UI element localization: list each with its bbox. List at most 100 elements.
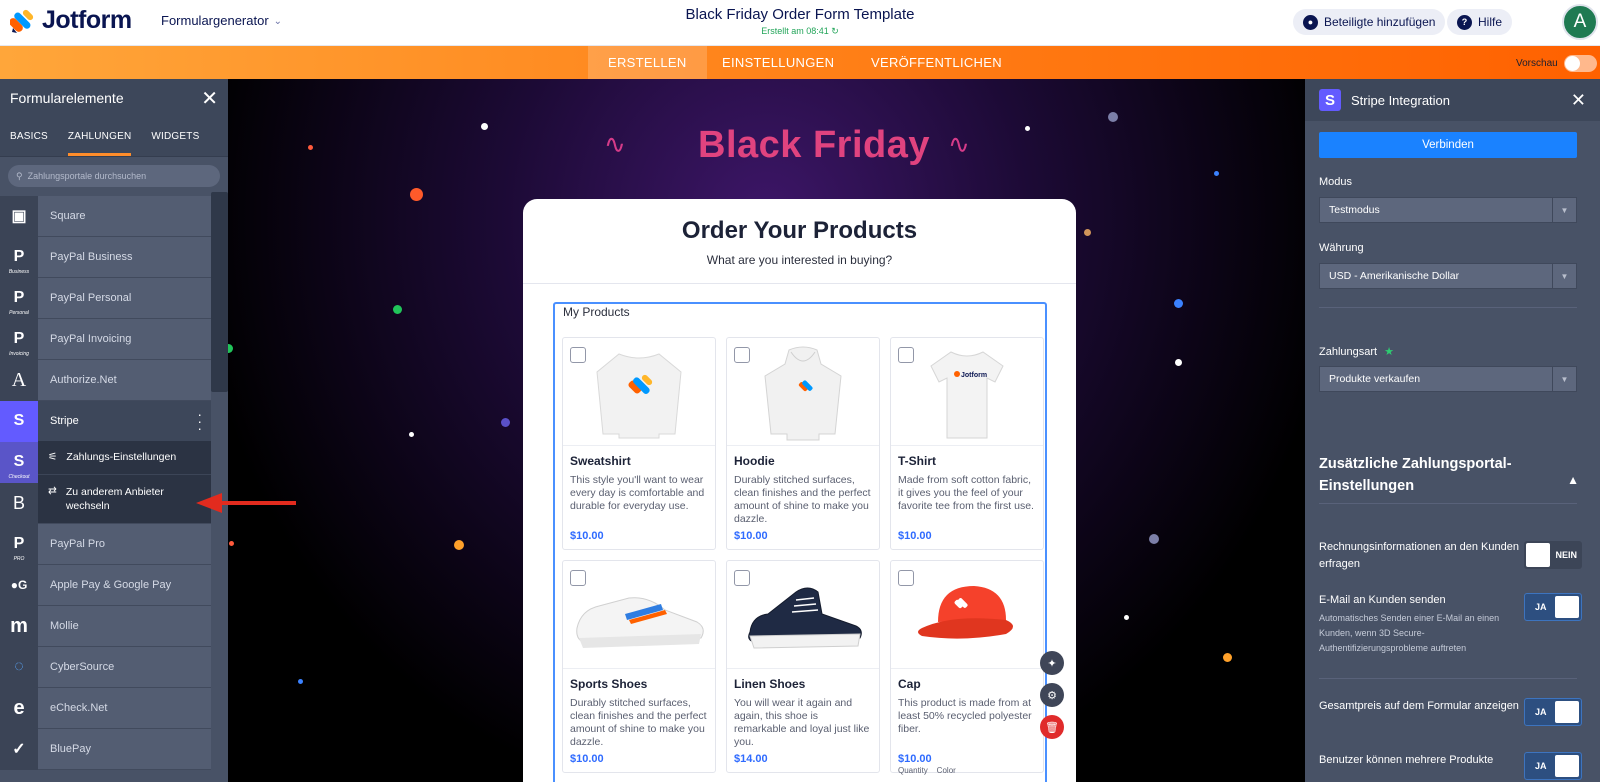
billing-info-toggle[interactable]: NEIN [1524, 541, 1582, 569]
products-label: My Products [563, 305, 630, 319]
payment-type-select[interactable]: Produkte verkaufen ▼ [1319, 366, 1577, 392]
mode-select[interactable]: Testmodus ▼ [1319, 197, 1577, 223]
option-label: Rechnungsinformationen an den Kunden erf… [1319, 541, 1519, 570]
square-icon: ▣ [0, 195, 38, 237]
currency-select[interactable]: USD - Amerikanische Dollar ▼ [1319, 263, 1577, 289]
list-item-authorize-net[interactable]: A Authorize.Net [0, 359, 211, 401]
hero-title[interactable]: Black Friday [698, 124, 930, 167]
form-title[interactable]: Black Friday Order Form Template [560, 6, 1040, 23]
confetti-dot [1175, 359, 1182, 366]
product-checkbox[interactable] [898, 347, 914, 363]
list-item-label: PayPal Personal [50, 292, 132, 304]
list-item-paypal-business[interactable]: P Business PayPal Business [0, 236, 211, 278]
additional-settings-section[interactable]: Zusätzliche Zahlungsportal-Einstellungen… [1319, 453, 1579, 497]
product-card[interactable]: Sweatshirt This style you'll want to wea… [562, 337, 716, 550]
add-participants-button[interactable]: ● Beteiligte hinzufügen [1293, 9, 1446, 35]
list-item-bluepay[interactable]: ✓ BluePay [0, 728, 211, 770]
product-price: $10.00 [898, 530, 932, 542]
swap-icon: ⇄ [48, 485, 57, 497]
list-item-cybersource[interactable]: ◌ CyberSource [0, 646, 211, 688]
list-item-paypal-pro[interactable]: P PRO PayPal Pro [0, 523, 211, 565]
email-customer-toggle[interactable]: JA [1524, 593, 1582, 621]
list-item-mollie[interactable]: m Mollie [0, 605, 211, 647]
option-label: Gesamtpreis auf dem Formular anzeigen [1319, 700, 1519, 712]
switch-provider-menu-item[interactable]: ⇄ Zu anderem Anbieter wechseln [38, 475, 211, 523]
product-list-field[interactable]: My Products Sweatshirt This style you'll… [553, 302, 1047, 782]
list-item-paypal-personal[interactable]: P Personal PayPal Personal [0, 277, 211, 319]
scrollbar[interactable] [211, 192, 228, 392]
help-button[interactable]: ? Hilfe [1447, 9, 1513, 35]
trash-icon[interactable]: 🗑 [1040, 715, 1064, 739]
stripe-icon: S [0, 400, 38, 442]
mode-label: Modus [1319, 176, 1353, 188]
list-item-label: Square [50, 210, 86, 222]
total-price-toggle[interactable]: JA [1524, 698, 1582, 726]
list-item-label: Mollie [50, 620, 79, 632]
list-item-apple-google-pay[interactable]: ●G Apple Pay & Google Pay [0, 564, 211, 606]
option-email-customer: E-Mail an Kunden senden Automatisches Se… [1319, 592, 1519, 656]
list-item-stripe[interactable]: S Stripe · · · [0, 400, 211, 442]
list-item-paypal-invoicing[interactable]: P Invoicing PayPal Invoicing [0, 318, 211, 360]
product-description: This product is made from at least 50% r… [898, 697, 1032, 735]
more-options-icon[interactable]: · · · [197, 407, 202, 435]
option-total-price: Gesamtpreis auf dem Formular anzeigen [1319, 698, 1519, 715]
product-price: $14.00 [734, 753, 768, 765]
divider [523, 283, 1076, 284]
list-item-square[interactable]: ▣ Square [0, 195, 211, 237]
chevron-up-icon[interactable]: ▲ [1567, 469, 1579, 491]
product-card[interactable]: Hoodie Durably stitched surfaces, clean … [726, 337, 880, 550]
tab-settings[interactable]: EINSTELLUNGEN [702, 46, 854, 79]
form-title-area: Black Friday Order Form Template Erstell… [560, 6, 1040, 37]
tab-basics[interactable]: BASICS [0, 117, 58, 156]
product-card[interactable]: Sports Shoes Durably stitched surfaces, … [562, 560, 716, 773]
product-card[interactable]: Linen Shoes You will wear it again and a… [726, 560, 880, 773]
product-card[interactable]: Jotform T-Shirt Made from soft cotton fa… [890, 337, 1044, 550]
payment-settings-menu-item[interactable]: ⚟ Zahlungs-Einstellungen [38, 441, 211, 475]
tab-widgets[interactable]: WIDGETS [141, 117, 209, 156]
user-icon: ● [1303, 14, 1318, 30]
form-elements-panel: Formularelemente ✕ BASICS ZAHLUNGEN WIDG… [0, 79, 228, 782]
jotform-logo[interactable]: Jotform [10, 6, 132, 35]
product-checkbox[interactable] [734, 347, 750, 363]
multiple-products-toggle[interactable]: JA [1524, 752, 1582, 780]
product-checkbox[interactable] [570, 570, 586, 586]
list-item-echeck[interactable]: e eCheck.Net [0, 687, 211, 729]
confetti-dot [1214, 171, 1219, 176]
preview-switch[interactable] [1563, 55, 1597, 72]
product-checkbox[interactable] [570, 347, 586, 363]
close-icon[interactable]: ✕ [1571, 90, 1586, 111]
payment-search-input[interactable]: ⚲ Zahlungsportale durchsuchen [8, 165, 220, 187]
form-subheading[interactable]: What are you interested in buying? [523, 253, 1076, 267]
form-generator-dropdown[interactable]: Formulargenerator ⌄ [161, 13, 282, 28]
product-card[interactable]: Cap This product is made from at least 5… [890, 560, 1044, 775]
avatar[interactable]: A [1562, 4, 1598, 40]
form-heading[interactable]: Order Your Products [523, 217, 1076, 245]
preview-toggle[interactable]: Vorschau [1516, 55, 1597, 72]
tab-publish[interactable]: VERÖFFENTLICHEN [851, 46, 1022, 79]
gear-icon[interactable]: ⚙ [1040, 683, 1064, 707]
connect-button[interactable]: Verbinden [1319, 132, 1577, 158]
wand-icon[interactable]: ✦ [1040, 651, 1064, 675]
list-item-label: PayPal Invoicing [50, 333, 132, 345]
product-checkbox[interactable] [734, 570, 750, 586]
preview-label: Vorschau [1516, 58, 1558, 69]
confetti-dot [298, 679, 303, 684]
product-options-labels: Quantity Color [898, 766, 956, 775]
currency-label: Währung [1319, 242, 1364, 254]
created-timestamp: Erstellt am 08:41 ↻ [560, 26, 1040, 37]
divider [1319, 678, 1577, 679]
product-description: Durably stitched surfaces, clean finishe… [570, 697, 707, 748]
paypal-personal-icon: P Personal [0, 277, 38, 319]
icon-sub-label: Invoicing [9, 350, 29, 357]
close-icon[interactable]: ✕ [201, 86, 218, 111]
help-label: Hilfe [1478, 15, 1503, 29]
product-name: Hoodie [734, 454, 775, 468]
icon-sub-label: Business [8, 268, 30, 275]
toggle-value: NEIN [1555, 550, 1577, 560]
form-elements-title: Formularelemente [10, 90, 124, 106]
squiggle-left-decoration: ∿ [604, 129, 626, 159]
tab-build[interactable]: ERSTELLEN [588, 46, 707, 79]
tab-payments[interactable]: ZAHLUNGEN [58, 117, 141, 156]
product-checkbox[interactable] [898, 570, 914, 586]
list-item-label: Authorize.Net [50, 374, 117, 386]
